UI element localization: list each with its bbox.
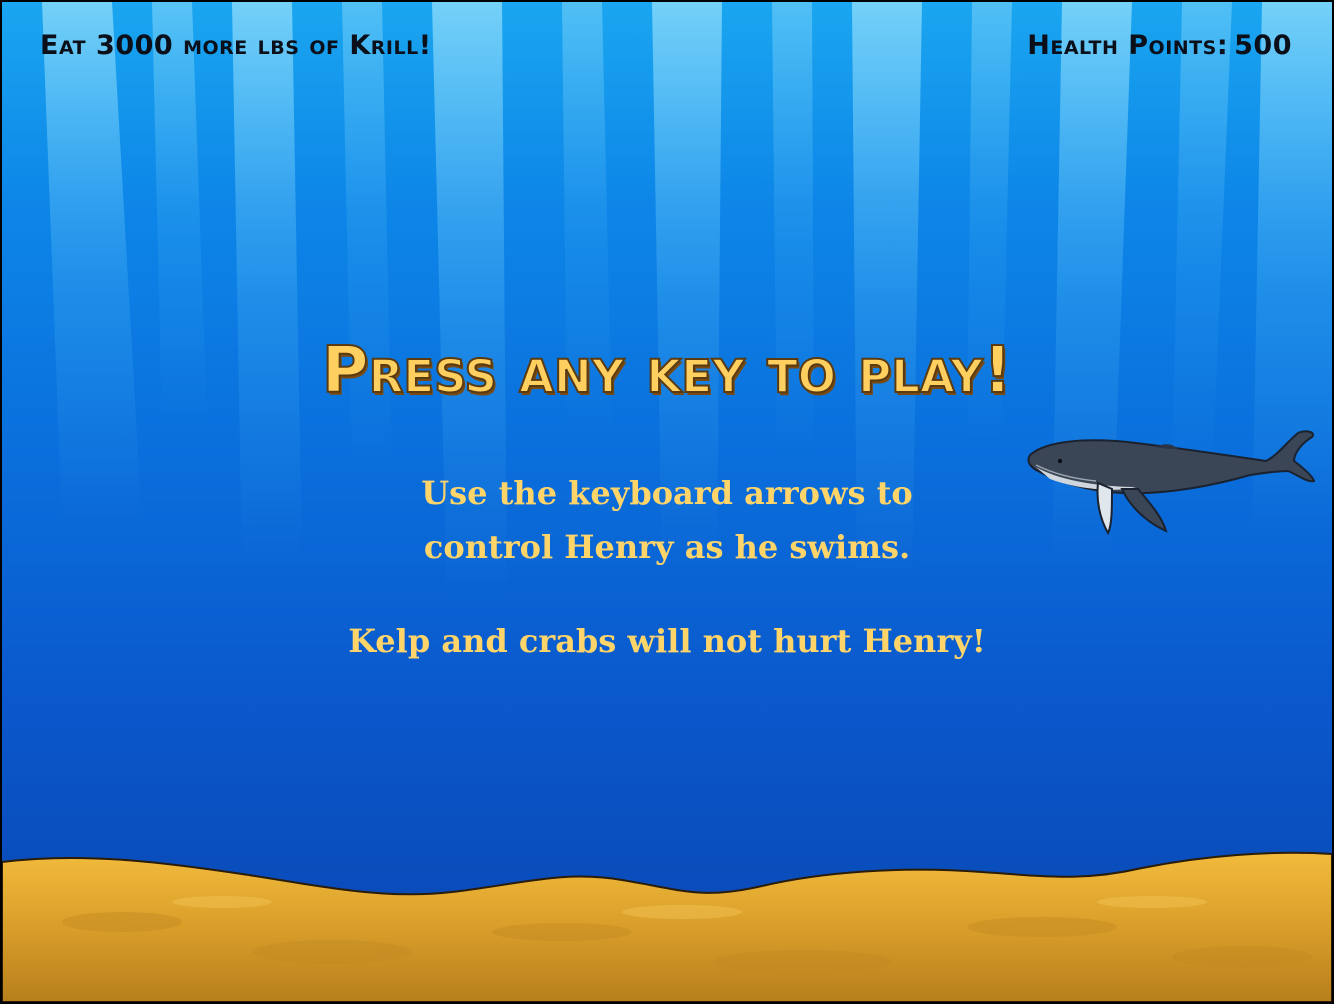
health-display: Health Points: 500 [1027, 30, 1292, 61]
health-label: Health Points: [1027, 30, 1229, 61]
krill-goal-text: Eat 3000 more lbs of Krill! [40, 30, 432, 61]
whale-icon [1027, 430, 1316, 536]
instruction-line: Kelp and crabs will not hurt Henry! [348, 622, 986, 660]
game-canvas[interactable]: Eat 3000 more lbs of Krill! Health Point… [2, 2, 1332, 1002]
health-value: 500 [1234, 30, 1292, 61]
sand-seabed [2, 851, 1332, 1002]
press-any-key-title: Press any key to play! [321, 333, 1013, 409]
